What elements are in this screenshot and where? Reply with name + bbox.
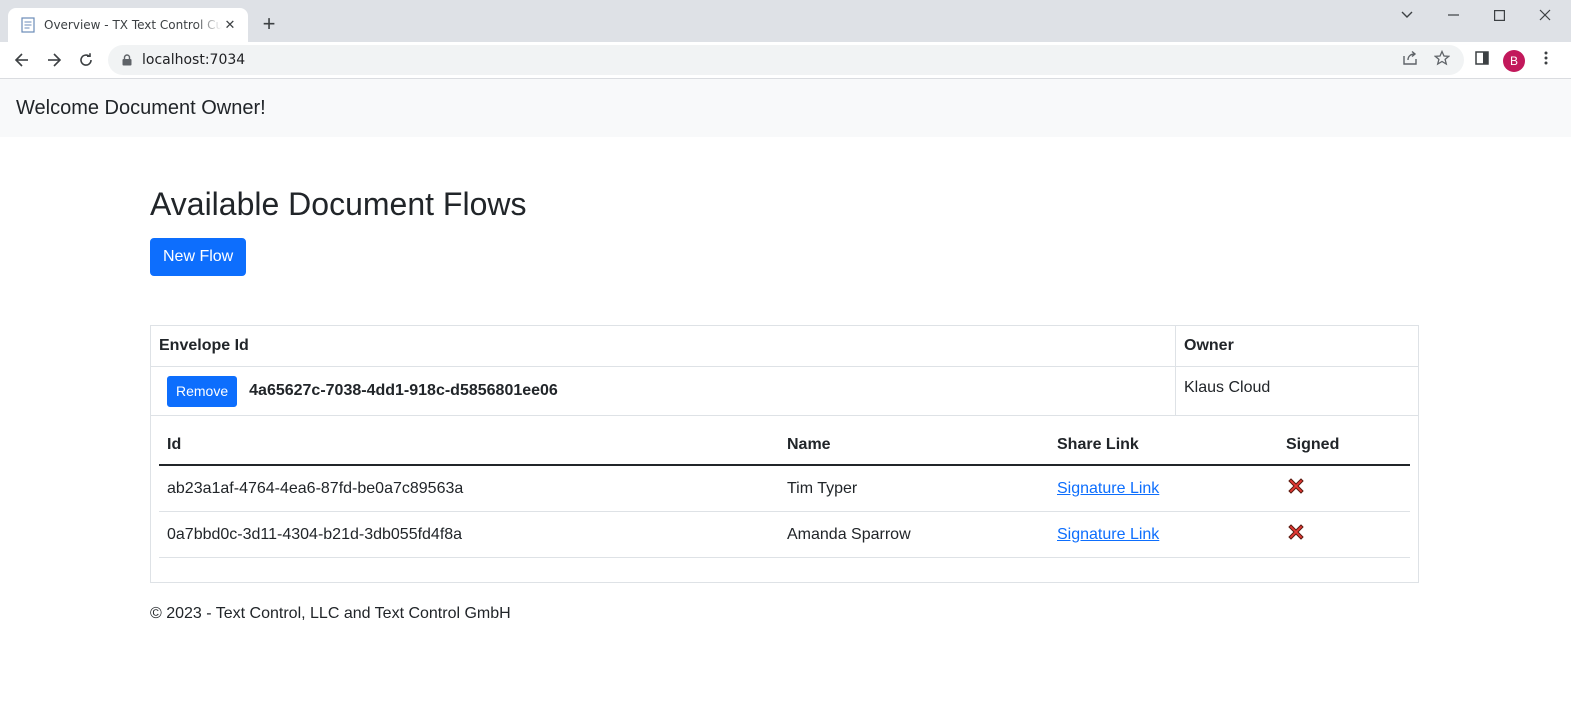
minimize-button[interactable]: [1430, 0, 1476, 30]
signature-link[interactable]: Signature Link: [1057, 526, 1159, 543]
envelope-table-header: Envelope Id Owner: [151, 326, 1418, 367]
menu-kebab-icon[interactable]: [1536, 48, 1556, 68]
document-icon: [20, 17, 36, 33]
close-window-button[interactable]: [1522, 0, 1568, 30]
remove-button[interactable]: Remove: [167, 375, 238, 407]
envelope-row: Remove 4a65627c-7038-4dd1-918c-d5856801e…: [151, 367, 1418, 416]
reload-button[interactable]: [72, 46, 100, 74]
main-container: Available Document Flows New Flow Envelo…: [150, 137, 1420, 583]
address-bar[interactable]: localhost:7034: [108, 45, 1464, 75]
signer-id: 0a7bbd0c-3d11-4304-b21d-3db055fd4f8a: [159, 511, 779, 558]
side-panel-icon[interactable]: [1472, 48, 1492, 68]
browser-tabstrip: Overview - TX Text Control Customer Port…: [0, 0, 1571, 42]
red-x-icon: [1286, 522, 1306, 542]
signers-row: Id Name Share Link Signed ab23a1af-4764-…: [151, 416, 1418, 582]
share-icon[interactable]: [1400, 48, 1420, 68]
envelope-table: Envelope Id Owner Remove 4a65627c-7038-4…: [150, 325, 1419, 583]
browser-tab[interactable]: Overview - TX Text Control Customer Port…: [8, 8, 248, 42]
owner-header: Owner: [1184, 337, 1234, 354]
page-title: Available Document Flows: [150, 186, 527, 222]
signer-name: Tim Typer: [779, 465, 1049, 512]
table-row: 0a7bbd0c-3d11-4304-b21d-3db055fd4f8a Ama…: [159, 511, 1410, 558]
url-text: localhost:7034: [142, 52, 246, 68]
signature-link[interactable]: Signature Link: [1057, 480, 1159, 497]
close-tab-icon[interactable]: ✕: [222, 17, 238, 33]
signers-table: Id Name Share Link Signed ab23a1af-4764-…: [159, 424, 1410, 558]
tab-search-icon[interactable]: [1384, 0, 1430, 30]
table-row: ab23a1af-4764-4ea6-87fd-be0a7c89563a Tim…: [159, 465, 1410, 512]
footer-copyright: © 2023 - Text Control, LLC and Text Cont…: [150, 605, 511, 622]
signers-header-row: Id Name Share Link Signed: [159, 424, 1410, 466]
tab-title: Overview - TX Text Control Customer Port…: [44, 18, 222, 32]
signer-id-header: Id: [159, 424, 779, 466]
back-button[interactable]: [8, 46, 36, 74]
forward-button[interactable]: [40, 46, 68, 74]
site-navbar: Welcome Document Owner!: [0, 79, 1571, 137]
maximize-button[interactable]: [1476, 0, 1522, 30]
bookmark-star-icon[interactable]: [1432, 48, 1452, 68]
new-tab-button[interactable]: +: [258, 11, 280, 36]
signer-name: Amanda Sparrow: [779, 511, 1049, 558]
envelope-owner: Klaus Cloud: [1184, 379, 1271, 396]
signer-id: ab23a1af-4764-4ea6-87fd-be0a7c89563a: [159, 465, 779, 512]
signed-header: Signed: [1278, 424, 1410, 466]
signer-name-header: Name: [779, 424, 1049, 466]
red-x-icon: [1286, 476, 1306, 496]
envelope-id-header: Envelope Id: [151, 326, 1176, 366]
browser-toolbar: localhost:7034 B: [0, 42, 1571, 79]
profile-avatar[interactable]: B: [1503, 50, 1525, 72]
envelope-id: 4a65627c-7038-4dd1-918c-d5856801ee06: [249, 382, 558, 399]
share-link-header: Share Link: [1049, 424, 1278, 466]
navbar-brand[interactable]: Welcome Document Owner!: [16, 97, 266, 120]
lock-icon[interactable]: [120, 53, 134, 67]
new-flow-button[interactable]: New Flow: [150, 238, 247, 277]
